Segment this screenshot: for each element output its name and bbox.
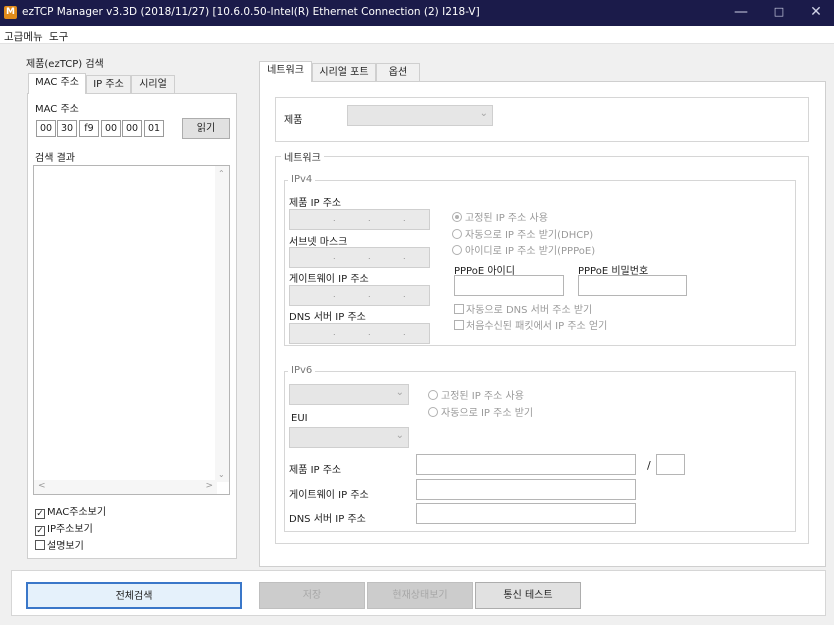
- results-label: 검색 결과: [35, 153, 75, 164]
- ipv4-gateway-input[interactable]: ...: [289, 285, 430, 306]
- ipv6-mode-select[interactable]: ⌄: [289, 384, 409, 405]
- chevron-down-icon: ⌄: [479, 108, 488, 119]
- ipv6-gateway-input[interactable]: [416, 479, 636, 500]
- tab-serial-port[interactable]: 시리얼 포트: [312, 63, 376, 82]
- first-packet-ip-checkbox[interactable]: 처음수신된 패킷에서 IP 주소 얻기: [454, 317, 607, 332]
- ipv6-group-title: IPv6: [288, 365, 316, 376]
- mac-octet-4[interactable]: 00: [101, 120, 121, 137]
- tab-options[interactable]: 옵션: [376, 63, 420, 82]
- ipv6-ip-input[interactable]: [416, 454, 636, 475]
- ipv6-prefix-input[interactable]: [656, 454, 685, 475]
- ipv4-group-title: IPv4: [288, 174, 316, 185]
- results-list[interactable]: ⌃ ⌄ < >: [33, 165, 230, 495]
- tab-network[interactable]: 네트워크: [259, 61, 312, 82]
- mac-octet-1[interactable]: 00: [36, 120, 56, 137]
- show-desc-checkbox[interactable]: 설명보기: [35, 537, 84, 552]
- checkmark-icon: ✓: [35, 509, 45, 519]
- pppoe-id-input[interactable]: [454, 275, 564, 296]
- comm-test-button[interactable]: 통신 테스트: [475, 582, 581, 609]
- menu-advanced[interactable]: 고급메뉴: [4, 29, 43, 44]
- ipv6-ip-label: 제품 IP 주소: [289, 465, 342, 476]
- ipv4-subnet-input[interactable]: ...: [289, 247, 430, 268]
- show-mac-checkbox[interactable]: ✓ MAC주소보기: [35, 503, 106, 519]
- chevron-down-icon: ⌄: [395, 387, 404, 398]
- chevron-down-icon: ⌄: [395, 430, 404, 441]
- ipv6-auto-radio[interactable]: 자동으로 IP 주소 받기: [428, 404, 533, 419]
- ipv4-ip-input[interactable]: ...: [289, 209, 430, 230]
- status-view-button[interactable]: 현재상태보기: [367, 582, 473, 609]
- mac-octet-5[interactable]: 00: [122, 120, 142, 137]
- minimize-button[interactable]: —: [723, 0, 759, 26]
- window-title: ezTCP Manager v3.3D (2018/11/27) [10.6.0…: [22, 6, 480, 18]
- ipv4-dns-input[interactable]: ...: [289, 323, 430, 344]
- save-button[interactable]: 저장: [259, 582, 365, 609]
- read-button[interactable]: 읽기: [182, 118, 230, 139]
- ipv4-gateway-label: 게이트웨이 IP 주소: [289, 274, 369, 285]
- search-all-button[interactable]: 전체검색: [26, 582, 242, 609]
- tab-serial[interactable]: 시리얼: [131, 75, 175, 94]
- app-icon: M: [4, 6, 17, 19]
- scroll-left-icon[interactable]: <: [38, 481, 46, 491]
- mac-octet-3[interactable]: f9: [79, 120, 99, 137]
- search-group-title: 제품(ezTCP) 검색: [26, 59, 104, 70]
- mac-octet-2[interactable]: 30: [57, 120, 77, 137]
- ipv4-subnet-label: 서브넷 마스크: [289, 237, 348, 248]
- results-scrollbar-h[interactable]: < >: [34, 480, 217, 494]
- ipv6-gateway-label: 게이트웨이 IP 주소: [289, 490, 369, 501]
- scroll-up-icon[interactable]: ⌃: [218, 169, 225, 178]
- show-ip-checkbox[interactable]: ✓ IP주소보기: [35, 520, 93, 536]
- maximize-button[interactable]: □: [761, 0, 797, 26]
- static-ip-radio[interactable]: 고정된 IP 주소 사용: [452, 209, 548, 224]
- scroll-down-icon[interactable]: ⌄: [218, 470, 225, 479]
- menu-tools[interactable]: 도구: [49, 29, 68, 44]
- title-bar: M ezTCP Manager v3.3D (2018/11/27) [10.6…: [0, 0, 834, 26]
- eui-select[interactable]: ⌄: [289, 427, 409, 448]
- mac-label: MAC 주소: [35, 104, 79, 115]
- tab-ip[interactable]: IP 주소: [86, 75, 131, 94]
- ipv6-dns-label: DNS 서버 IP 주소: [289, 514, 366, 525]
- network-group-title: 네트워크: [281, 149, 324, 164]
- menu-bar: 고급메뉴 도구: [0, 26, 834, 44]
- dhcp-radio[interactable]: 자동으로 IP 주소 받기(DHCP): [452, 226, 593, 241]
- checkmark-icon: ✓: [35, 526, 45, 536]
- prefix-separator: /: [647, 459, 651, 472]
- mac-octet-6[interactable]: 01: [144, 120, 164, 137]
- eui-label: EUI: [291, 413, 308, 424]
- auto-dns-checkbox[interactable]: 자동으로 DNS 서버 주소 받기: [454, 301, 592, 316]
- ipv4-ip-label: 제품 IP 주소: [289, 198, 342, 209]
- scroll-right-icon[interactable]: >: [205, 481, 213, 491]
- pppoe-pw-input[interactable]: [578, 275, 687, 296]
- ipv6-static-radio[interactable]: 고정된 IP 주소 사용: [428, 387, 524, 402]
- pppoe-radio[interactable]: 아이디로 IP 주소 받기(PPPoE): [452, 242, 595, 257]
- ipv4-dns-label: DNS 서버 IP 주소: [289, 312, 366, 323]
- product-label: 제품: [284, 115, 303, 126]
- ipv6-dns-input[interactable]: [416, 503, 636, 524]
- tab-mac[interactable]: MAC 주소: [28, 73, 86, 94]
- results-scrollbar-v[interactable]: ⌃ ⌄: [215, 166, 229, 482]
- product-select[interactable]: ⌄: [347, 105, 493, 126]
- close-button[interactable]: ✕: [798, 0, 834, 26]
